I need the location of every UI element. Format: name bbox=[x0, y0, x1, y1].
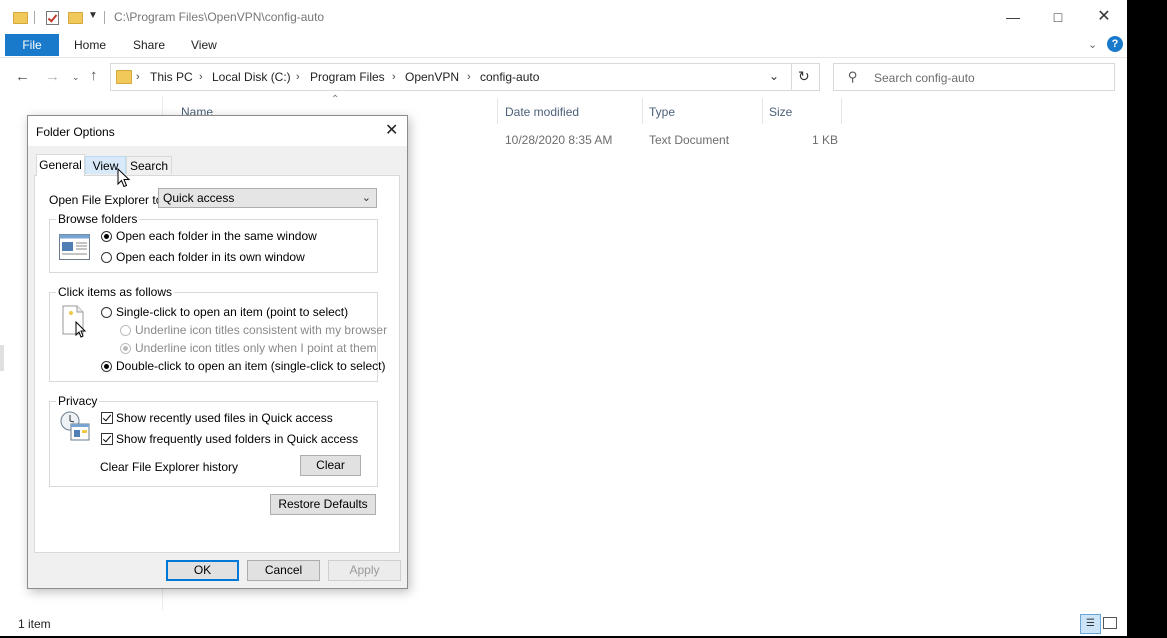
search-icon: ⚲ bbox=[848, 69, 858, 84]
own-window-label[interactable]: Open each folder in its own window bbox=[116, 250, 305, 264]
maximize-icon[interactable]: □ bbox=[1035, 1, 1081, 33]
folder-icon bbox=[13, 12, 28, 24]
radio-underline-point[interactable] bbox=[120, 343, 131, 354]
underline-browser-label[interactable]: Underline icon titles consistent with my… bbox=[135, 323, 387, 337]
up-icon[interactable]: ↑ bbox=[90, 67, 98, 84]
checkbox-recent-files[interactable] bbox=[101, 412, 113, 424]
file-date: 10/28/2020 8:35 AM bbox=[505, 133, 613, 147]
privacy-legend: Privacy bbox=[56, 394, 100, 408]
general-tab-panel: Open File Explorer to: Quick access ⌄ Br… bbox=[34, 175, 400, 553]
crumb-config-auto[interactable]: config-auto bbox=[480, 64, 539, 90]
minimize-icon[interactable]: — bbox=[990, 1, 1036, 33]
ribbon-expand-icon[interactable]: ⌄ bbox=[1088, 38, 1097, 51]
underline-point-label[interactable]: Underline icon titles only when I point … bbox=[135, 341, 376, 355]
dialog-title: Folder Options bbox=[36, 125, 115, 139]
privacy-icon bbox=[60, 411, 90, 441]
qa-divider bbox=[34, 11, 35, 24]
folder-options-dialog: Folder Options ✕ General View Search Ope… bbox=[27, 115, 408, 589]
column-size[interactable]: Size bbox=[769, 104, 792, 120]
column-divider[interactable] bbox=[497, 98, 498, 124]
open-explorer-select[interactable]: Quick access ⌄ bbox=[158, 188, 377, 208]
chevron-right-icon[interactable]: › bbox=[136, 64, 140, 90]
crumb-openvpn[interactable]: OpenVPN bbox=[405, 64, 459, 90]
recent-locations-icon[interactable]: ⌄ bbox=[72, 72, 80, 83]
browse-folders-legend: Browse folders bbox=[56, 212, 140, 226]
qa-divider bbox=[104, 11, 105, 24]
apply-button[interactable]: Apply bbox=[328, 560, 401, 581]
column-type[interactable]: Type bbox=[649, 104, 675, 120]
click-items-legend: Click items as follows bbox=[56, 285, 175, 299]
click-items-icon bbox=[62, 305, 87, 338]
tab-search-options[interactable]: Search bbox=[126, 156, 172, 174]
same-window-label[interactable]: Open each folder in the same window bbox=[116, 229, 317, 243]
address-dropdown-icon[interactable]: ⌄ bbox=[769, 69, 779, 83]
radio-double-click[interactable] bbox=[101, 361, 112, 372]
search-box[interactable]: ⚲ Search config-auto bbox=[833, 63, 1115, 91]
item-count: 1 item bbox=[18, 617, 51, 631]
crumb-program-files[interactable]: Program Files bbox=[310, 64, 385, 90]
double-click-label[interactable]: Double-click to open an item (single-cli… bbox=[116, 359, 385, 373]
frequent-folders-label[interactable]: Show frequently used folders in Quick ac… bbox=[116, 432, 358, 446]
forward-icon[interactable]: → bbox=[45, 68, 60, 85]
chevron-right-icon[interactable]: › bbox=[199, 64, 203, 90]
help-icon[interactable]: ? bbox=[1107, 36, 1123, 52]
search-input[interactable]: Search config-auto bbox=[874, 71, 975, 85]
tab-view[interactable]: View bbox=[191, 34, 217, 56]
address-bar[interactable]: › This PC › Local Disk (C:) › Program Fi… bbox=[110, 63, 820, 91]
radio-single-click[interactable] bbox=[101, 307, 112, 318]
file-type: Text Document bbox=[649, 133, 730, 147]
clear-button[interactable]: Clear bbox=[300, 455, 361, 476]
status-bar: 1 item ☰ bbox=[0, 614, 1127, 636]
crumb-local-disk[interactable]: Local Disk (C:) bbox=[212, 64, 291, 90]
recent-files-label[interactable]: Show recently used files in Quick access bbox=[116, 411, 333, 425]
chevron-down-icon: ⌄ bbox=[361, 192, 371, 204]
desktop-fragment bbox=[0, 345, 4, 371]
dialog-close-icon[interactable]: ✕ bbox=[385, 120, 398, 140]
column-divider[interactable] bbox=[642, 98, 643, 124]
folder-icon bbox=[116, 70, 132, 84]
properties-icon[interactable] bbox=[46, 11, 59, 25]
radio-underline-browser[interactable] bbox=[120, 325, 131, 336]
single-click-label[interactable]: Single-click to open an item (point to s… bbox=[116, 305, 348, 319]
cancel-button[interactable]: Cancel bbox=[247, 560, 320, 581]
chevron-right-icon[interactable]: › bbox=[392, 64, 396, 90]
browse-folders-group bbox=[49, 219, 378, 273]
title-bar: ▼ C:\Program Files\OpenVPN\config-auto —… bbox=[0, 0, 1127, 33]
tab-general[interactable]: General bbox=[36, 154, 85, 176]
checkbox-frequent-folders[interactable] bbox=[101, 433, 113, 445]
clear-history-label: Clear File Explorer history bbox=[100, 460, 239, 474]
column-divider[interactable] bbox=[762, 98, 763, 124]
column-divider[interactable] bbox=[841, 98, 842, 124]
radio-same-window[interactable] bbox=[101, 231, 112, 242]
chevron-right-icon[interactable]: › bbox=[467, 64, 471, 90]
radio-own-window[interactable] bbox=[101, 252, 112, 263]
tab-share[interactable]: Share bbox=[133, 34, 165, 56]
back-icon[interactable]: ← bbox=[15, 68, 30, 85]
browse-folders-icon bbox=[59, 234, 90, 260]
dialog-title-bar: Folder Options ✕ bbox=[28, 116, 407, 146]
window-title: C:\Program Files\OpenVPN\config-auto bbox=[114, 10, 325, 24]
open-explorer-label: Open File Explorer to: bbox=[49, 193, 166, 207]
ribbon-bar bbox=[0, 33, 1127, 58]
chevron-right-icon[interactable]: › bbox=[296, 64, 300, 90]
crumb-this-pc[interactable]: This PC bbox=[150, 64, 193, 90]
column-date-modified[interactable]: Date modified bbox=[505, 104, 579, 120]
new-folder-icon[interactable] bbox=[68, 12, 83, 24]
tab-home[interactable]: Home bbox=[74, 34, 106, 56]
customize-qa-icon[interactable]: ▼ bbox=[88, 10, 98, 21]
large-icons-view-icon[interactable] bbox=[1103, 617, 1117, 629]
open-explorer-value: Quick access bbox=[163, 191, 235, 205]
tab-file[interactable]: File bbox=[5, 34, 59, 56]
ok-button[interactable]: OK bbox=[166, 560, 239, 581]
address-divider bbox=[791, 64, 792, 90]
restore-defaults-button[interactable]: Restore Defaults bbox=[270, 494, 376, 515]
sort-up-icon: ⌃ bbox=[331, 94, 340, 105]
close-icon[interactable]: ✕ bbox=[1081, 1, 1127, 33]
refresh-icon[interactable]: ↻ bbox=[798, 68, 810, 85]
mouse-cursor-icon bbox=[117, 168, 131, 188]
file-size: 1 KB bbox=[812, 133, 839, 147]
details-view-icon[interactable]: ☰ bbox=[1080, 614, 1101, 634]
